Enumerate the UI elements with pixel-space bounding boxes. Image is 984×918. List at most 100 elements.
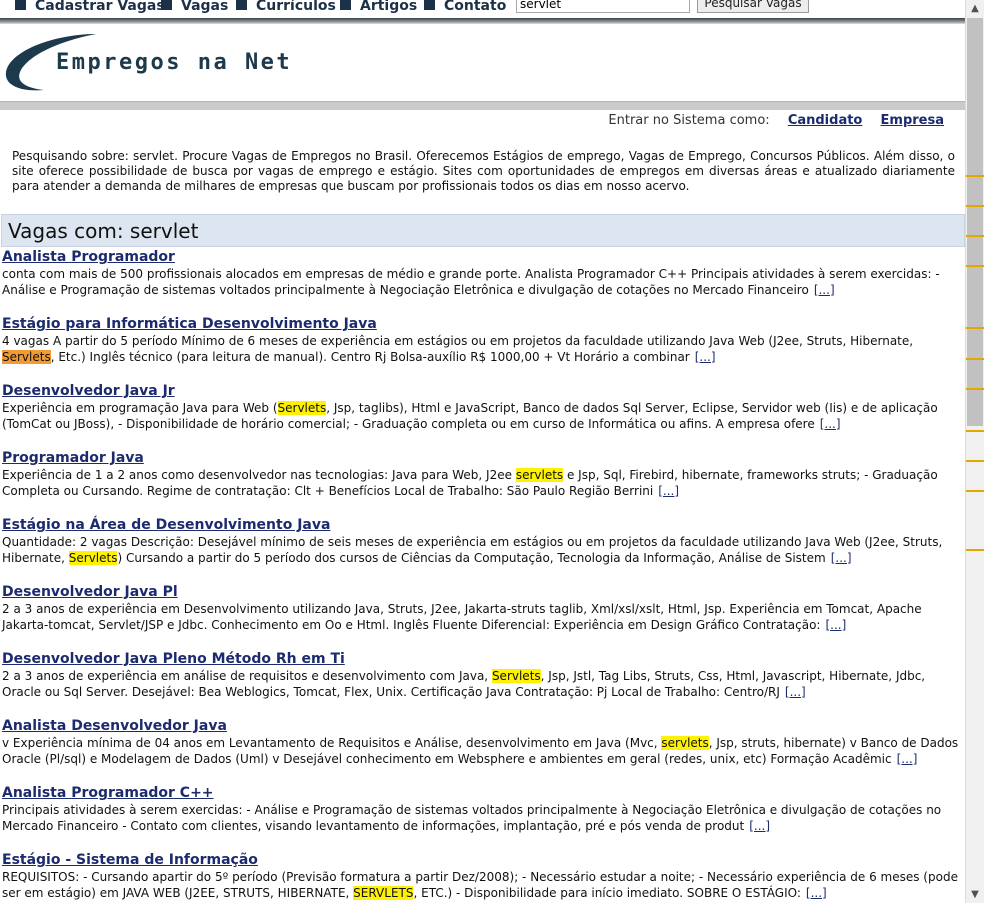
description-text: Experiência em programação Java para Web… (2, 401, 278, 415)
logo[interactable]: Empregos na Net (0, 24, 965, 102)
job-title-link[interactable]: Estágio na Área de Desenvolvimento Java (2, 516, 965, 534)
job-title-link[interactable]: Analista Programador C++ (2, 784, 965, 802)
search-highlight: SERVLETS (353, 886, 414, 900)
read-more-link[interactable]: [...] (749, 819, 770, 833)
description-text: , Etc.) Inglês técnico (para leitura de … (50, 350, 690, 364)
header-divider (0, 101, 965, 110)
logo-text: Empregos na Net (56, 50, 293, 75)
search-match-marker (966, 205, 984, 207)
login-candidate-link[interactable]: Candidato (788, 113, 863, 128)
job-title-link[interactable]: Estágio para Informática Desenvolvimento… (2, 315, 965, 333)
description-text: 2 a 3 anos de experiência em análise de … (2, 669, 492, 683)
login-prompt: Entrar no Sistema como: (608, 113, 770, 128)
description-text: , ETC.) - Disponibilidade para início im… (413, 886, 801, 900)
square-bullet-icon (424, 0, 435, 10)
job-title-link[interactable]: Programador Java (2, 449, 965, 467)
nav-label: Cadastrar Vagas (35, 0, 165, 14)
job-description: 2 a 3 anos de experiência em análise de … (2, 668, 965, 700)
search-highlight: Servlets (277, 401, 327, 415)
search-match-marker (966, 235, 984, 237)
job-listing: Desenvolvedor Java Jr Experiência em prog… (2, 382, 965, 432)
job-listing: Desenvolvedor Java Pl 2 a 3 anos de exper… (2, 583, 965, 633)
job-description: Quantidade: 2 vagas Descrição: Desejável… (2, 534, 965, 566)
search-match-marker (966, 358, 984, 360)
section-title: Vagas com: servlet (1, 214, 965, 247)
read-more-link[interactable]: [...] (658, 484, 679, 498)
nav-label: Contato (444, 0, 507, 14)
search-input[interactable] (516, 0, 690, 13)
search-match-marker (966, 388, 984, 390)
search-match-marker (966, 430, 984, 432)
read-more-link[interactable]: [...] (806, 886, 827, 900)
read-more-link[interactable]: [...] (820, 417, 841, 431)
description-text: ) Cursando a partir do 5 período dos cur… (117, 551, 826, 565)
job-title-link[interactable]: Analista Desenvolvedor Java (2, 717, 965, 735)
description-text: Principais atividades à serem exercidas:… (2, 803, 942, 833)
description-text: conta com mais de 500 profissionais aloc… (2, 267, 940, 297)
square-bullet-icon (236, 0, 247, 10)
search-match-marker (966, 327, 984, 329)
job-description: REQUISITOS: - Cursando apartir do 5º per… (2, 869, 965, 901)
job-listing: Programador Java Experiência de 1 a 2 ano… (2, 449, 965, 499)
read-more-link[interactable]: [...] (897, 752, 918, 766)
job-description: 4 vagas A partir do 5 período Mínimo de … (2, 333, 965, 365)
search-highlight: Servlets (2, 350, 51, 364)
read-more-link[interactable]: [...] (814, 283, 835, 297)
job-title-link[interactable]: Desenvolvedor Java Pl (2, 583, 965, 601)
scroll-down-arrow-icon[interactable]: ▼ (966, 886, 984, 903)
search-match-marker (966, 265, 984, 267)
job-description: v Experiência mínima de 04 anos em Levan… (2, 735, 965, 767)
search-match-marker (966, 549, 984, 551)
search-highlight: Servlets (491, 669, 541, 683)
job-title-link[interactable]: Analista Programador (2, 248, 965, 266)
search-button[interactable]: Pesquisar Vagas (697, 0, 809, 13)
job-description: 2 a 3 anos de experiência em Desenvolvim… (2, 601, 965, 633)
description-text: Experiência de 1 a 2 anos como desenvolv… (2, 468, 516, 482)
job-listing: Estágio para Informática Desenvolvimento… (2, 315, 965, 365)
scrollbar[interactable]: ▲ ▼ (965, 0, 984, 903)
read-more-link[interactable]: [...] (695, 350, 716, 364)
square-bullet-icon (15, 0, 26, 10)
read-more-link[interactable]: [...] (831, 551, 852, 565)
scroll-up-arrow-icon[interactable]: ▲ (966, 0, 984, 17)
job-listing: Estágio na Área de Desenvolvimento Java Q… (2, 516, 965, 566)
job-listing: Analista Programador C++ Principais ativi… (2, 784, 965, 834)
job-listing: Desenvolvedor Java Pleno Método Rh em Ti… (2, 650, 965, 700)
search-highlight: servlets (515, 468, 564, 482)
nav-label: Currículos (256, 0, 336, 14)
search-match-marker (966, 175, 984, 177)
nav-cadastrar-vagas[interactable]: Cadastrar Vagas (15, 0, 165, 16)
nav-label: Artigos (360, 0, 418, 14)
search-highlight: servlets (661, 736, 709, 750)
login-bar: Entrar no Sistema como: Candidato Empres… (608, 113, 944, 128)
description-text: v Experiência mínima de 04 anos em Levan… (2, 736, 662, 750)
search-match-marker (966, 460, 984, 462)
job-title-link[interactable]: Desenvolvedor Java Pleno Método Rh em Ti (2, 650, 965, 668)
job-description: Experiência de 1 a 2 anos como desenvolv… (2, 467, 965, 499)
job-listing: Analista Programador conta com mais de 50… (2, 248, 965, 298)
search-match-marker (966, 490, 984, 492)
description-text: 4 vagas A partir do 5 período Mínimo de … (2, 334, 914, 348)
read-more-link[interactable]: [...] (785, 685, 806, 699)
intro-text: Pesquisando sobre: servlet. Procure Vaga… (12, 149, 955, 193)
job-listing: Analista Desenvolvedor Java v Experiência… (2, 717, 965, 767)
job-description: Experiência em programação Java para Web… (2, 400, 965, 432)
nav-contato[interactable]: Contato (424, 0, 506, 16)
nav-label: Vagas (181, 0, 229, 14)
job-results: Analista Programador conta com mais de 50… (2, 248, 965, 918)
read-more-link[interactable]: [...] (825, 618, 846, 632)
job-description: Principais atividades à serem exercidas:… (2, 802, 965, 834)
top-nav: Cadastrar Vagas Vagas Currículos Artigos… (0, 0, 965, 18)
login-company-link[interactable]: Empresa (881, 113, 944, 128)
description-text: 2 a 3 anos de experiência em Desenvolvim… (2, 602, 922, 632)
search-highlight: Servlets (68, 551, 118, 565)
scroll-thumb[interactable] (967, 18, 983, 426)
square-bullet-icon (161, 0, 172, 10)
job-title-link[interactable]: Estágio - Sistema de Informação (2, 851, 965, 869)
nav-curriculos[interactable]: Currículos (236, 0, 336, 16)
job-listing: Estágio - Sistema de Informação REQUISITO… (2, 851, 965, 901)
job-description: conta com mais de 500 profissionais aloc… (2, 266, 965, 298)
job-title-link[interactable]: Desenvolvedor Java Jr (2, 382, 965, 400)
nav-vagas[interactable]: Vagas (161, 0, 228, 16)
nav-artigos[interactable]: Artigos (340, 0, 417, 16)
